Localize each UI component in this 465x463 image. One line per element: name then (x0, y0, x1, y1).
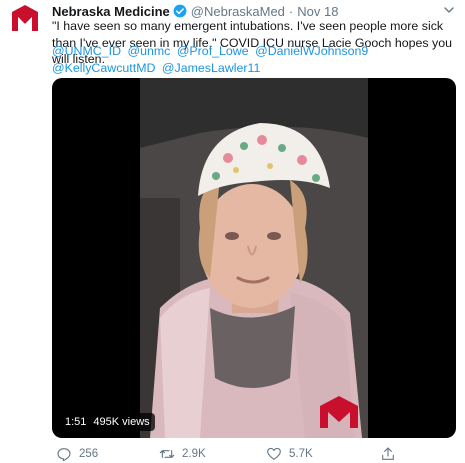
retweet-count: 2.9K (182, 448, 206, 460)
verified-badge-icon (173, 4, 187, 18)
retweet-icon (159, 450, 175, 458)
like-count: 5.7K (289, 448, 313, 460)
mention-link[interactable]: @UNMC_ID (52, 44, 121, 58)
like-button[interactable]: 5.7K (266, 446, 313, 462)
video-views: 495K views (93, 416, 150, 428)
nebraska-medicine-watermark-icon (318, 394, 360, 430)
video-frame (140, 78, 368, 438)
mention-link[interactable]: @unmc (127, 44, 170, 58)
video-player[interactable]: 1:51 495K views (52, 78, 456, 438)
retweet-button[interactable]: 2.9K (159, 446, 206, 462)
mention-link[interactable]: @KellyCawcuttMD (52, 61, 155, 75)
reply-icon (57, 448, 71, 462)
share-button[interactable] (380, 446, 403, 462)
separator-dot: · (288, 3, 294, 19)
user-handle[interactable]: @NebraskaMed (191, 4, 285, 19)
video-stats-badge: 1:51 495K views (60, 413, 155, 431)
mention-link[interactable]: @Prof_Lowe (177, 44, 249, 58)
chevron-down-icon[interactable] (441, 2, 457, 18)
nebraska-medicine-logo-icon (12, 5, 38, 31)
tweet-card: Nebraska Medicine @NebraskaMed · Nov 18 … (0, 0, 465, 463)
tweet-actions: 256 2.9K 5.7K (52, 446, 456, 462)
reply-button[interactable]: 256 (56, 446, 98, 462)
mention-link[interactable]: @JamesLawler11 (162, 61, 260, 75)
avatar[interactable] (8, 2, 42, 36)
video-thumbnail-image (140, 78, 368, 438)
heart-icon (267, 447, 281, 460)
display-name[interactable]: Nebraska Medicine (52, 4, 170, 19)
reply-count: 256 (79, 448, 99, 460)
tweet-mentions: @UNMC_ID @unmc @Prof_Lowe @DanielWJohnso… (52, 43, 457, 76)
tweet-date[interactable]: Nov 18 (297, 4, 338, 19)
mention-link[interactable]: @DanielWJohnson9 (255, 44, 368, 58)
share-icon (382, 447, 394, 460)
video-duration: 1:51 (65, 416, 87, 428)
